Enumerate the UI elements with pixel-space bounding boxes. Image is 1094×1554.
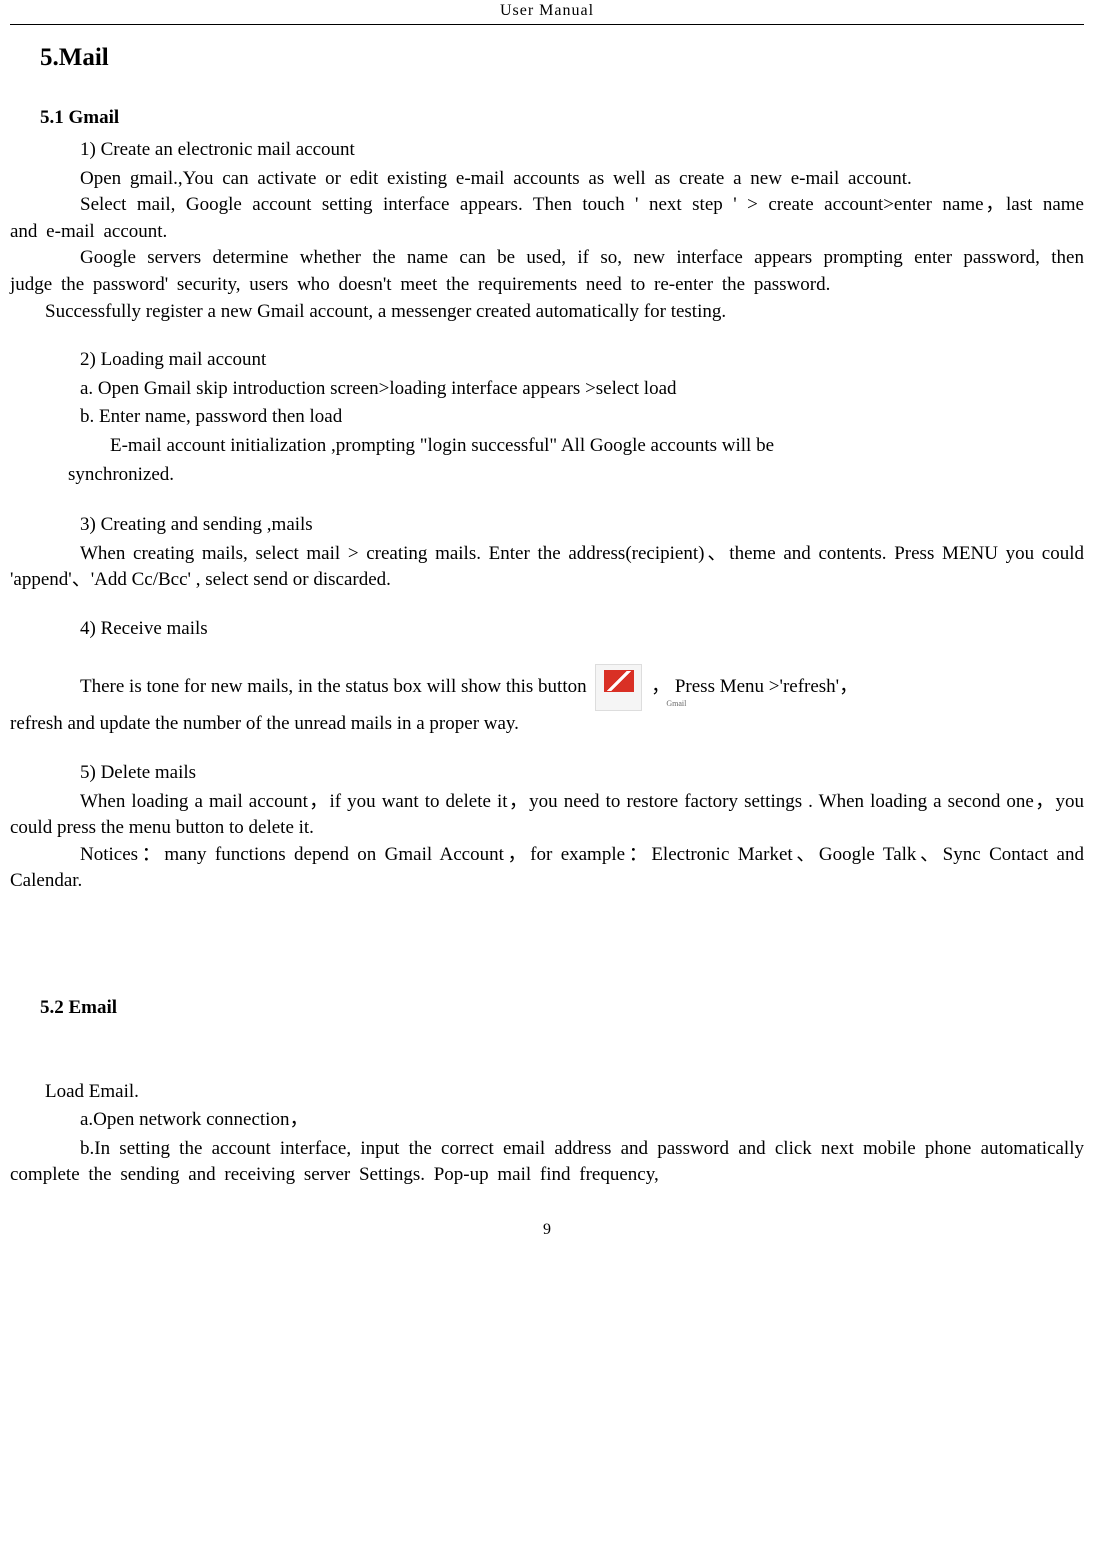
body-text: 2) Loading mail account	[80, 347, 1084, 374]
subsection-5-1: 5.1 Gmail	[40, 105, 1084, 132]
body-text: Google servers determine whether the nam…	[10, 245, 1084, 298]
gmail-icon-label: Gmail	[596, 698, 641, 709]
body-text-part: ， Press Menu >'refresh'，	[651, 676, 858, 697]
body-text: There is tone for new mails, in the stat…	[10, 664, 1084, 711]
body-text: refresh and update the number of the unr…	[10, 711, 1084, 738]
section-title: 5.Mail	[40, 40, 1084, 75]
body-text: a.Open network connection，	[80, 1107, 1084, 1134]
body-text: b.In setting the account interface, inpu…	[10, 1136, 1084, 1189]
page-header: User Manual	[10, 0, 1084, 25]
page-number: 9	[10, 1219, 1084, 1241]
body-text: Open gmail.,You can activate or edit exi…	[10, 166, 1084, 193]
body-text: 5) Delete mails	[80, 760, 1084, 787]
body-text: When creating mails, select mail > creat…	[10, 541, 1084, 594]
body-text: Load Email.	[45, 1079, 1084, 1106]
gmail-icon: Gmail	[595, 664, 642, 711]
body-text: 1) Create an electronic mail account	[80, 137, 1084, 164]
body-text: Select mail, Google account setting inte…	[10, 192, 1084, 245]
body-text: E-mail account initialization ,prompting…	[110, 433, 1084, 460]
body-text: 4) Receive mails	[80, 616, 1084, 643]
body-text: a. Open Gmail skip introduction screen>l…	[80, 376, 1084, 403]
subsection-5-2: 5.2 Email	[40, 995, 1084, 1022]
body-text: 3) Creating and sending ,mails	[80, 512, 1084, 539]
body-text: When loading a mail account，if you want …	[10, 789, 1084, 842]
body-text: b. Enter name, password then load	[80, 404, 1084, 431]
body-text-part: There is tone for new mails, in the stat…	[80, 676, 591, 697]
body-text: Successfully register a new Gmail accoun…	[10, 299, 1084, 326]
body-text: synchronized.	[68, 462, 1084, 489]
body-text: Notices：many functions depend on Gmail A…	[10, 842, 1084, 895]
